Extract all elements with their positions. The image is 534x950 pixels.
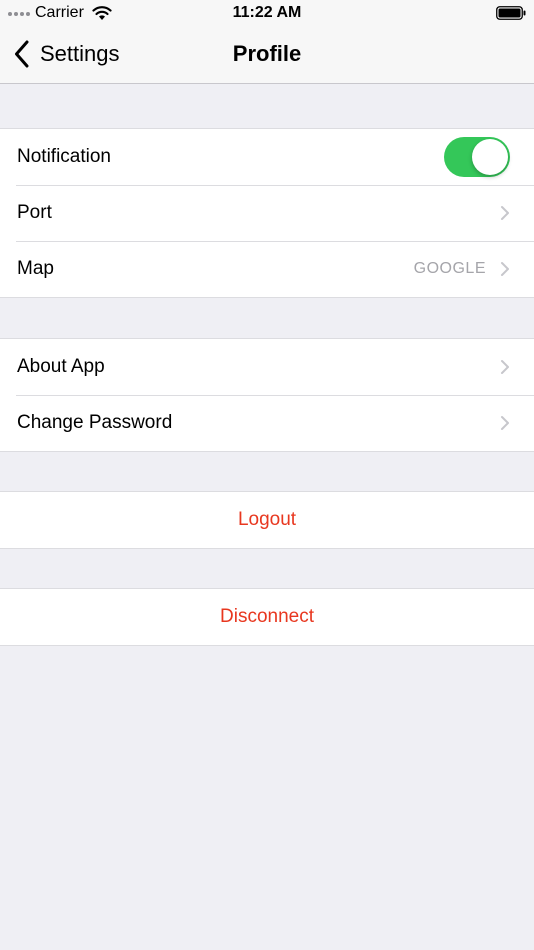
change-password-label: Change Password — [17, 412, 173, 433]
logout-button[interactable]: Logout — [0, 492, 534, 548]
notification-label: Notification — [17, 146, 111, 167]
disconnect-section: Disconnect — [0, 588, 534, 646]
disclosure-chevron-icon — [501, 416, 509, 430]
notification-row: Notification — [0, 129, 534, 185]
map-value: GOOGLE — [413, 260, 486, 277]
info-section: About App Change Password — [0, 338, 534, 452]
disclosure-chevron-icon — [501, 206, 509, 220]
about-app-label: About App — [17, 356, 105, 377]
change-password-row[interactable]: Change Password — [0, 395, 534, 451]
status-bar: Carrier 11:22 AM — [0, 0, 534, 28]
disclosure-chevron-icon — [501, 360, 509, 374]
page-title: Profile — [232, 41, 302, 66]
map-label: Map — [17, 258, 54, 279]
port-label: Port — [17, 202, 52, 223]
preferences-section: Notification Port Map GOOGLE — [0, 128, 534, 298]
status-time: 11:22 AM — [232, 4, 302, 21]
disclosure-chevron-icon — [501, 262, 509, 276]
about-app-row[interactable]: About App — [0, 339, 534, 395]
toggle-knob — [472, 139, 508, 175]
disconnect-label: Disconnect — [220, 606, 314, 627]
battery-icon — [496, 6, 526, 20]
port-row[interactable]: Port — [0, 185, 534, 241]
logout-label: Logout — [237, 509, 297, 530]
disconnect-button[interactable]: Disconnect — [0, 589, 534, 645]
map-row[interactable]: Map GOOGLE — [0, 241, 534, 297]
profile-screen: Carrier 11:22 AM Settings Profile Notifi… — [0, 0, 534, 950]
navigation-bar: Settings Profile — [0, 28, 534, 84]
notification-toggle[interactable] — [444, 137, 510, 177]
top-bar: Carrier 11:22 AM Settings Profile — [0, 0, 534, 84]
logout-section: Logout — [0, 491, 534, 549]
